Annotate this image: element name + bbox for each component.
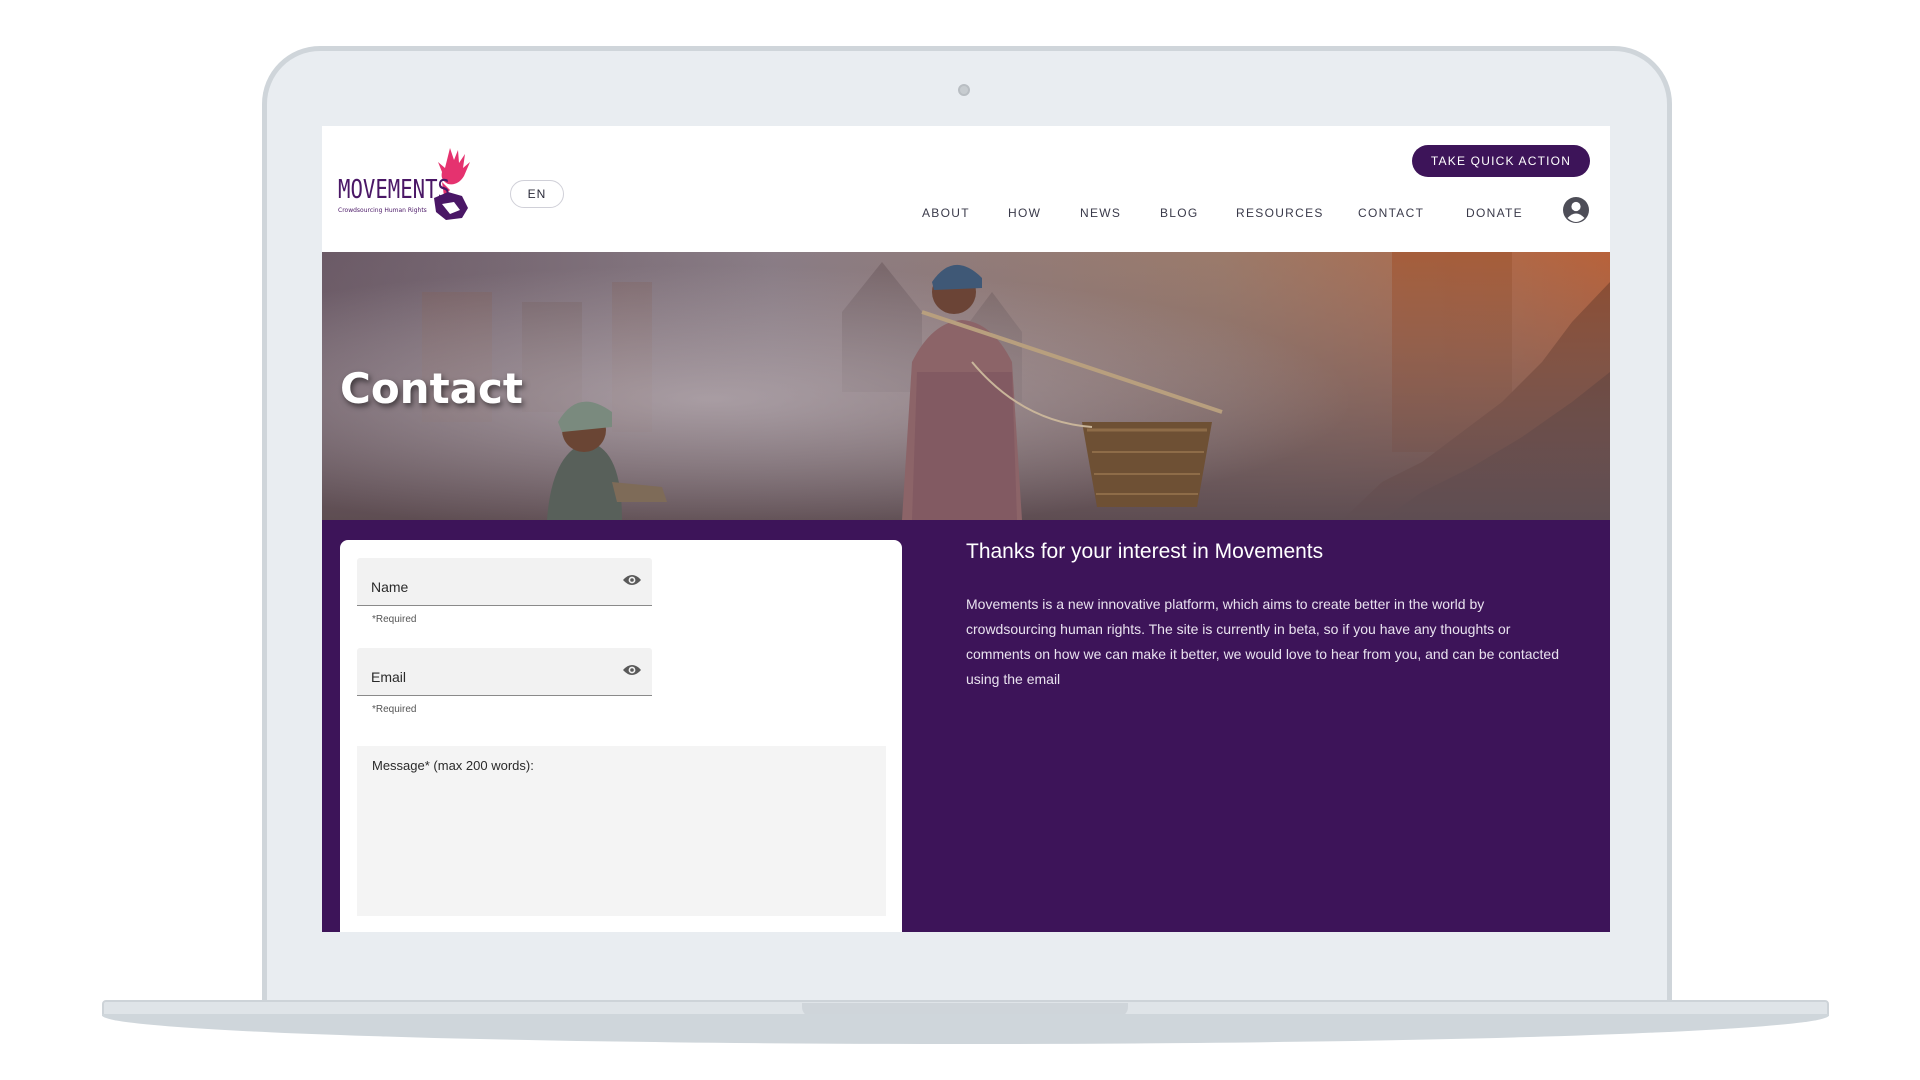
page-title: Contact bbox=[340, 364, 523, 413]
message-textarea[interactable]: Message* (max 200 words): bbox=[357, 746, 886, 916]
nav-item-how[interactable]: HOW bbox=[1008, 206, 1041, 220]
contact-section: Name *Required Email *Required Message* bbox=[322, 520, 1610, 932]
email-required-hint: *Required bbox=[372, 704, 417, 715]
eye-icon[interactable] bbox=[622, 573, 642, 587]
nav-item-news[interactable]: NEWS bbox=[1080, 206, 1121, 220]
laptop-foot bbox=[102, 1014, 1829, 1044]
user-icon[interactable] bbox=[1562, 196, 1590, 224]
hand-logo-icon: MOVEMENTS Crowdsourcing Human Rights bbox=[338, 148, 470, 220]
browser-screen: MOVEMENTS Crowdsourcing Human Rights EN … bbox=[322, 126, 1610, 932]
camera-dot bbox=[958, 84, 970, 96]
eye-icon[interactable] bbox=[622, 663, 642, 677]
nav-item-donate[interactable]: DONATE bbox=[1466, 206, 1523, 220]
name-field-label: Name bbox=[371, 579, 409, 595]
svg-text:MOVEMENTS: MOVEMENTS bbox=[338, 175, 450, 205]
language-selector[interactable]: EN bbox=[510, 180, 564, 208]
message-label: Message* (max 200 words): bbox=[372, 758, 534, 773]
nav-item-blog[interactable]: BLOG bbox=[1160, 206, 1199, 220]
nav-item-contact[interactable]: CONTACT bbox=[1358, 206, 1424, 220]
email-field-label: Email bbox=[371, 669, 407, 685]
site-logo[interactable]: MOVEMENTS Crowdsourcing Human Rights bbox=[338, 146, 478, 232]
name-required-hint: *Required bbox=[372, 614, 417, 625]
nav-item-about[interactable]: ABOUT bbox=[922, 206, 970, 220]
nav-item-resources[interactable]: RESOURCES bbox=[1236, 206, 1324, 220]
site-header: MOVEMENTS Crowdsourcing Human Rights EN … bbox=[322, 126, 1610, 252]
email-field[interactable]: Email bbox=[357, 648, 652, 696]
svg-text:Crowdsourcing Human Rights: Crowdsourcing Human Rights bbox=[338, 207, 427, 214]
take-quick-action-button[interactable]: TAKE QUICK ACTION bbox=[1412, 145, 1590, 177]
info-body: Movements is a new innovative platform, … bbox=[966, 596, 1559, 687]
info-heading: Thanks for your interest in Movements bbox=[966, 540, 1324, 563]
contact-form: Name *Required Email *Required Message* bbox=[340, 540, 902, 932]
hero-banner: Contact bbox=[322, 252, 1610, 520]
name-field[interactable]: Name bbox=[357, 558, 652, 606]
